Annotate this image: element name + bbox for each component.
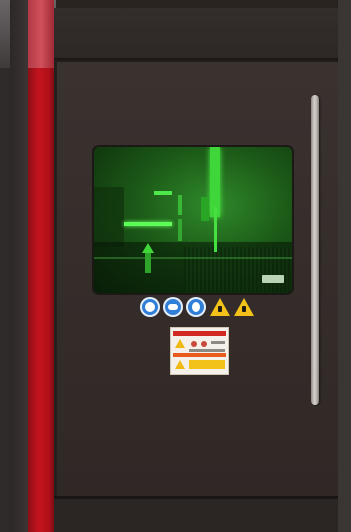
laser-nozzle	[214, 207, 217, 252]
top-panel	[54, 8, 338, 61]
door-handle[interactable]	[311, 95, 319, 405]
label-symbol-icon	[191, 341, 197, 347]
label-warning-icon	[175, 339, 185, 348]
label-orange-band	[173, 353, 226, 357]
laser-mark	[242, 306, 246, 312]
red-pillar-highlight	[28, 0, 54, 68]
label-yellow-band	[189, 360, 225, 369]
gloves-sign-icon	[186, 297, 206, 317]
window-logo	[262, 275, 284, 283]
background-wall	[0, 0, 10, 532]
warning-mark	[218, 306, 222, 312]
glow-vertical-bar	[178, 195, 182, 215]
bottom-panel	[54, 496, 338, 532]
mandatory-sign-icon	[140, 297, 160, 317]
warning-label	[170, 327, 229, 375]
cutting-head	[201, 197, 209, 221]
goggles-sign-icon	[163, 297, 183, 317]
safety-icon-row	[140, 297, 260, 319]
up-arrow-icon	[142, 243, 154, 253]
label-laser-icon	[175, 360, 185, 369]
glow-bar	[124, 222, 172, 226]
right-frame-edge	[338, 0, 351, 532]
label-header-bar	[173, 331, 226, 336]
window-shadow	[94, 187, 124, 247]
gantry-rail	[94, 257, 292, 259]
glow-bar-small	[154, 191, 172, 195]
label-symbol-icon	[201, 341, 207, 347]
window-lower-shadow	[94, 242, 292, 293]
label-text-line	[189, 349, 225, 352]
door-edge	[54, 60, 57, 496]
label-text-line	[211, 341, 225, 344]
viewing-window	[94, 147, 292, 293]
frame-gap	[10, 0, 28, 532]
glow-vertical-bar-lower	[178, 219, 182, 241]
machine-scene	[0, 0, 351, 532]
red-frame-pillar	[28, 0, 54, 532]
arrow-stem	[145, 253, 151, 273]
